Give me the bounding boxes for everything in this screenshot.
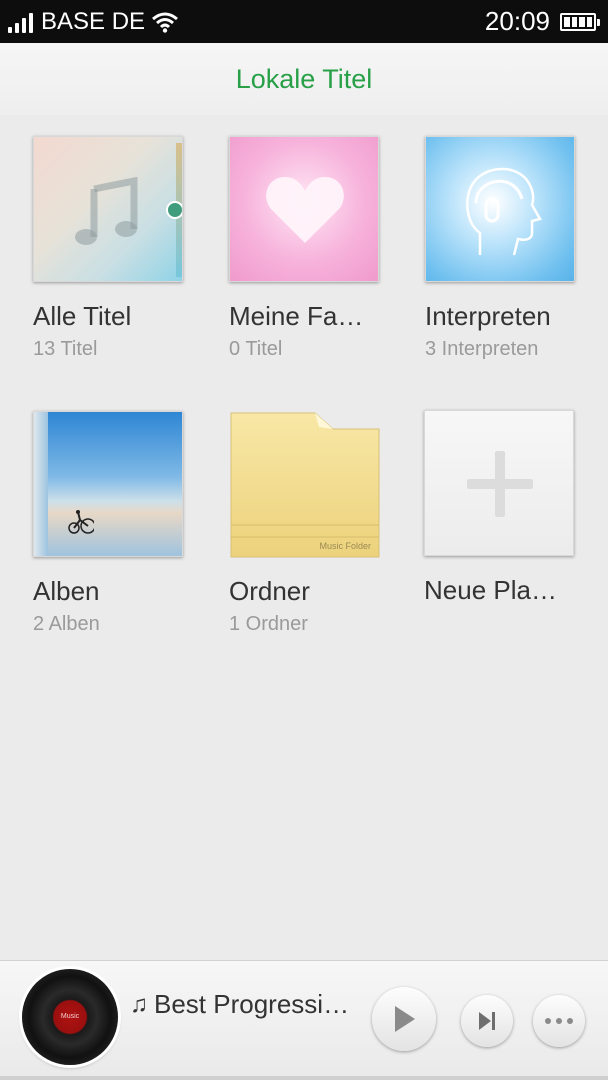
albums-cover [33,411,183,557]
signal-icon [8,11,33,33]
clock: 20:09 [484,6,550,36]
headphones-head-icon [466,167,542,256]
wifi-icon [152,12,179,33]
skip-next-icon [479,1012,495,1030]
heart-icon [266,177,344,243]
new-playlist-cover [424,410,574,556]
bicycle-rider-icon [68,510,94,534]
status-left: BASE DE [8,8,179,36]
status-bar: BASE DE 20:09 [0,0,608,43]
tile-count: 1 Ordner [229,613,308,635]
tile-label: Ordner [229,576,310,606]
track-title: Best Progressi… [154,989,350,1019]
tile-label: Alben [33,576,100,606]
now-playing-title[interactable]: ♫ Best Progressi… [130,989,349,1020]
folder-icon [230,412,380,558]
carrier-name: BASE DE [41,7,146,35]
more-button[interactable] [533,995,585,1047]
vinyl-label: Music [60,1013,80,1020]
next-button[interactable] [461,995,513,1047]
artists-cover [425,136,575,282]
bottom-divider [0,1076,608,1080]
page-title: Lokale Titel [235,63,373,94]
play-icon [395,1006,415,1032]
album-spine [34,412,48,556]
tile-label: Neue Pla… [424,575,557,605]
more-icon [545,1018,573,1024]
tile-label: Alle Titel [33,301,132,331]
battery-icon [560,12,600,31]
music-note-icon: ♫ [130,990,148,1018]
tile-label: Interpreten [425,301,551,331]
all-titles-cover [33,136,183,282]
tile-count: 2 Alben [33,613,100,635]
status-right: 20:09 [484,6,600,37]
folder-cover-text: Music Folder [319,541,371,551]
header: Lokale Titel [0,43,608,115]
tile-label: Meine Fa… [229,301,364,331]
favorites-cover [229,136,379,282]
mini-player[interactable]: Music ♫ Best Progressi… [0,960,608,1080]
music-note-icon [75,177,138,245]
tile-count: 0 Titel [229,338,283,360]
cd-dot [166,201,182,219]
plus-icon-vertical [495,451,505,517]
folders-cover: Music Folder [229,411,380,558]
play-button[interactable] [372,987,436,1051]
tile-count: 13 Titel [33,338,98,360]
tile-count: 3 Interpreten [425,338,539,360]
vinyl-record-icon[interactable]: Music [22,969,118,1065]
